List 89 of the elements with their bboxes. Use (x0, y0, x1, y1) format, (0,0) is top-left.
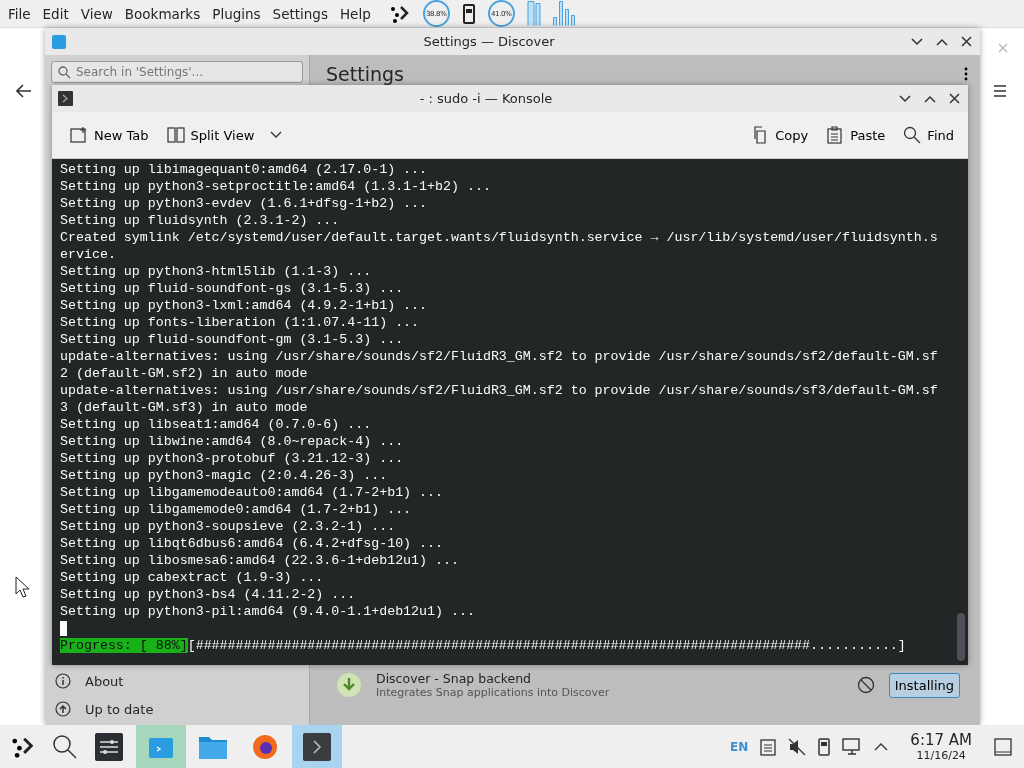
terminal-line: Setting up libimagequant0:amd64 (2.17.0-1) ... (60, 161, 429, 178)
toolbar-button[interactable]: Copy (749, 124, 811, 146)
scrollbar-thumb[interactable] (957, 613, 965, 661)
terminal-line: Setting up python3-magic (2:0.4.26-3) ... (60, 467, 389, 484)
menu-item[interactable]: Settings (266, 5, 334, 22)
network-icon[interactable] (842, 737, 863, 756)
toolbar-button[interactable]: New Tab (68, 124, 151, 146)
muted-speaker-icon[interactable] (788, 737, 807, 756)
terminal-app-icon (58, 91, 73, 106)
menu-item[interactable]: View (74, 5, 119, 22)
caret-up-icon[interactable] (874, 742, 889, 751)
mouse-pointer-icon (15, 576, 31, 598)
clipboard-icon[interactable] (760, 737, 777, 756)
terminal-line: Setting up python3-lxml:amd64 (4.9.2-1+b1) ... (60, 297, 429, 314)
close-icon[interactable] (949, 93, 960, 104)
terminal-line: ervice. (60, 246, 117, 263)
taskbar-app[interactable] (292, 725, 342, 768)
up-arrow-circle-icon (55, 701, 71, 717)
installing-button[interactable]: Installing (888, 672, 960, 698)
clock-date[interactable]: 11/16/24 (916, 748, 966, 762)
terminal-line: Setting up fluid-soundfont-gm (3.1-5.3) ... (60, 331, 405, 348)
clock-time[interactable]: 6:17 AM (910, 731, 972, 749)
text-cursor (60, 621, 67, 636)
maximize-icon[interactable] (924, 94, 936, 103)
search-field[interactable]: Search in 'Settings'... (51, 61, 303, 83)
terminal-line: Setting up python3-html5lib (1.1-3) ... (60, 263, 373, 280)
minimize-icon[interactable] (911, 37, 923, 46)
terminal-line: Created symlink /etc/systemd/user/default.target.wants/fluidsynth.service → /usr/lib/systemd/user/fluidsynth.s (60, 229, 939, 246)
sidebar-item[interactable]: Up to date (51, 695, 303, 723)
paste-icon (826, 126, 845, 144)
sliders-icon (95, 732, 123, 761)
cancel-icon[interactable] (856, 676, 875, 694)
terminal-line: Setting up libseat1:amd64 (0.7.0-6) ... (60, 416, 373, 433)
menu-item[interactable]: Bookmarks (118, 5, 207, 22)
bar-graph-icon (526, 1, 541, 26)
terminal-line: Setting up python3-evdev (1.6.1+dfsg-1+b2) ... (60, 195, 429, 212)
terminal-icon (303, 732, 331, 761)
terminal-line: Setting up python3-protobuf (3.21.12-3) ... (60, 450, 405, 467)
toolbar-button[interactable]: Split View (164, 124, 257, 146)
terminal-line: Setting up python3-setproctitle:amd64 (1.3.1-1+b2) ... (60, 178, 492, 195)
dropdown-caret-icon[interactable] (270, 131, 283, 139)
search-icon[interactable] (52, 733, 78, 760)
toolbar-button[interactable]: Find (901, 124, 956, 146)
search-icon (903, 126, 922, 144)
terminal-line: Setting up fonts-liberation (1:1.07.4-11) ... (60, 314, 421, 331)
terminal-line: Setting up libqt6dbus6:amd64 (6.4.2+dfsg-10) ... (60, 535, 444, 552)
menu-item[interactable]: Edit (36, 5, 75, 22)
new-tab-icon (70, 126, 88, 144)
download-icon (336, 672, 362, 698)
back-arrow-icon[interactable] (16, 84, 32, 98)
maximize-icon[interactable] (936, 37, 948, 46)
terminal-line: Setting up libosmesa6:amd64 (22.3.6-1+deb12u1) ... (60, 552, 460, 569)
terminal-line: Setting up python3-bs4 (4.11.2-2) ... (60, 586, 357, 603)
terminal-line: Setting up fluid-soundfont-gs (3.1-5.3) ... (60, 280, 405, 297)
terminal-line: Setting up python3-pil:amd64 (9.4.0-1.1+deb12u1) ... (60, 603, 476, 620)
split-view-icon (166, 126, 185, 144)
progress-label: Progress: [ 88%] (60, 638, 188, 653)
show-desktop-icon[interactable] (994, 737, 1012, 756)
terminal-line: update-alternatives: using /usr/share/sounds/sf2/FluidR3_GM.sf2 to provide /usr/share/sounds/sf3/default-GM.sf (60, 382, 939, 399)
search-icon (58, 66, 71, 79)
terminal-line: Setting up fluidsynth (2.3.1-2) ... (60, 212, 341, 229)
close-icon[interactable] (961, 36, 972, 47)
menu-item[interactable]: File (2, 5, 37, 22)
usb-drive-icon[interactable] (818, 737, 831, 756)
usb-drive-icon (461, 2, 476, 25)
terminal-line: Setting up libgamemodeauto0:amd64 (1.7-2+b1) ... (60, 484, 444, 501)
info-icon (55, 673, 71, 689)
terminal-line: Setting up python3-soupsieve (2.3.2-1) ... (60, 518, 397, 535)
menu-item[interactable]: Plugins (206, 5, 267, 22)
menu-item[interactable]: Help (333, 5, 377, 22)
terminal-line: update-alternatives: using /usr/share/sounds/sf2/FluidR3_GM.sf2 to provide /usr/share/sounds/sf2/default-GM.sf (60, 348, 939, 365)
app-icon (51, 33, 67, 50)
window-title: - : sudo -i — Konsole (418, 91, 554, 106)
page-heading: Settings (326, 63, 404, 85)
backend-description: Integrates Snap applications into Discover (376, 686, 611, 699)
terminal-line: Setting up libwine:amd64 (8.0~repack-4) ... (60, 433, 405, 450)
progress-bar-text: [#############################################################################...........] (187, 638, 906, 653)
terminal-line: Setting up cabextract (1.9-3) ... (60, 569, 325, 586)
terminal-line: 2 (default-GM.sf2) in auto mode (60, 365, 309, 382)
bar-graph-icon (552, 1, 575, 26)
overflow-menu-icon[interactable] (964, 67, 968, 81)
sidebar-item[interactable]: About (51, 667, 303, 695)
minimize-icon[interactable] (899, 94, 911, 103)
toolbar-button[interactable]: Paste (824, 124, 888, 146)
menu-icon[interactable] (993, 85, 1007, 97)
window-title: Settings — Discover (422, 34, 556, 49)
backend-name: Discover - Snap backend (376, 671, 533, 686)
terminal-line: Setting up libgamemode0:amd64 (1.7-2+b1) ... (60, 501, 413, 518)
terminal-line: 3 (default-GM.sf3) in auto mode (60, 399, 309, 416)
